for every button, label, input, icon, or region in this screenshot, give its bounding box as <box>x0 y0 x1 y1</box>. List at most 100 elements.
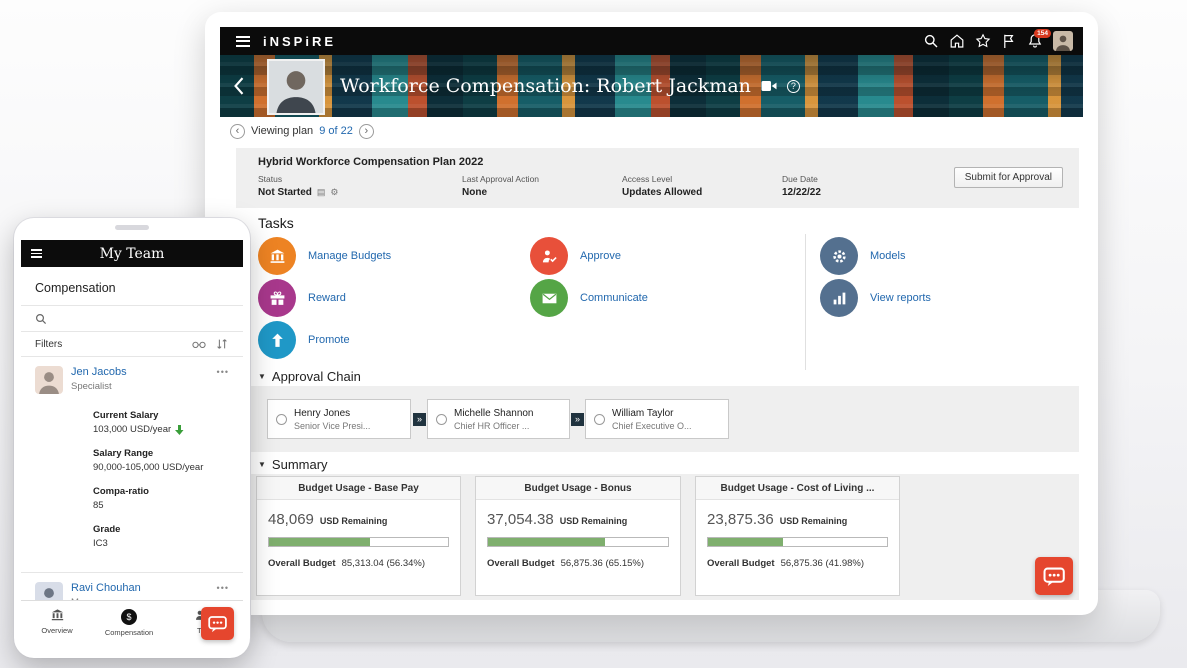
task-label: Reward <box>308 292 346 304</box>
bank-icon <box>21 607 93 623</box>
mobile-app: My Team Compensation Filters <box>21 240 243 650</box>
collapse-triangle-icon[interactable]: ▼ <box>258 372 266 381</box>
radio-icon[interactable] <box>436 414 447 425</box>
more-actions-icon[interactable]: ••• <box>217 583 229 593</box>
task-reward[interactable]: Reward <box>258 279 346 317</box>
notifications-bell-icon[interactable]: 154 <box>1027 33 1043 49</box>
field-label: Grade <box>93 524 229 535</box>
field-label: Current Salary <box>93 410 229 421</box>
remaining-amount: 37,054.38 <box>487 511 554 528</box>
budget-card-title: Budget Usage - Cost of Living ... <box>696 477 899 500</box>
budget-card-bonus: Budget Usage - Bonus 37,054.38 USD Remai… <box>475 476 681 596</box>
task-promote[interactable]: Promote <box>258 321 350 359</box>
saved-search-glasses-icon[interactable] <box>192 338 206 350</box>
access-level-value: Updates Allowed <box>622 187 702 198</box>
tab-overview[interactable]: Overview <box>21 607 93 650</box>
field-label: Salary Range <box>93 448 229 459</box>
approver-card[interactable]: Michelle Shannon Chief HR Officer ... <box>427 399 570 439</box>
plan-panel: Hybrid Workforce Compensation Plan 2022 … <box>236 148 1079 208</box>
global-header: iNSPiRE 154 <box>220 27 1083 55</box>
task-label: Approve <box>580 250 621 262</box>
menu-icon[interactable] <box>31 247 42 260</box>
avatar <box>35 366 63 394</box>
next-plan-icon[interactable]: › <box>359 124 374 139</box>
remaining-amount: 23,875.36 <box>707 511 774 528</box>
chain-arrow-icon[interactable]: » <box>571 413 584 426</box>
laptop-device: iNSPiRE 154 <box>205 12 1098 615</box>
task-manage-budgets[interactable]: Manage Budgets <box>258 237 391 275</box>
sort-icon[interactable] <box>215 338 229 350</box>
remaining-label: USD Remaining <box>560 516 628 526</box>
tab-compensation[interactable]: $ Compensation <box>93 607 165 650</box>
task-label: Manage Budgets <box>308 250 391 262</box>
overall-budget-label: Overall Budget <box>487 558 555 569</box>
user-avatar[interactable] <box>1053 31 1073 51</box>
viewing-plan-label: Viewing plan <box>251 125 313 137</box>
page-title: Workforce Compensation: Robert Jackman <box>340 75 751 97</box>
field-compa-ratio: Compa-ratio 85 <box>93 486 229 511</box>
approver-card[interactable]: William Taylor Chief Executive O... <box>585 399 729 439</box>
chain-arrow-icon[interactable]: » <box>413 413 426 426</box>
last-approval-label: Last Approval Action <box>462 174 539 184</box>
flag-icon[interactable] <box>1001 33 1017 49</box>
envelope-icon <box>530 279 568 317</box>
approver-name: William Taylor <box>612 408 692 419</box>
search-row[interactable] <box>21 306 243 331</box>
plan-position-link[interactable]: 9 of 22 <box>319 125 353 137</box>
approval-chain-band: Henry Jones Senior Vice Presi... » Miche… <box>236 386 1079 452</box>
task-approve[interactable]: Approve <box>530 237 621 275</box>
favorites-star-icon[interactable] <box>975 33 991 49</box>
desktop-app: iNSPiRE 154 <box>220 27 1083 600</box>
search-icon[interactable] <box>923 33 939 49</box>
budget-progress-fill <box>269 538 370 546</box>
more-actions-icon[interactable]: ••• <box>217 367 229 377</box>
compensation-coin-icon: $ <box>121 609 137 625</box>
filters-label: Filters <box>35 339 62 350</box>
overall-budget-value: 85,313.04 (56.34%) <box>342 558 425 569</box>
radio-icon[interactable] <box>594 414 605 425</box>
field-value: 103,000 USD/year <box>93 424 171 435</box>
budget-progress-bar <box>707 537 888 547</box>
task-label: View reports <box>870 292 931 304</box>
task-view-reports[interactable]: View reports <box>820 279 931 317</box>
task-models[interactable]: Models <box>820 237 905 275</box>
employee-role: Specialist <box>71 381 127 392</box>
mobile-section-title: Compensation <box>21 267 243 305</box>
previous-plan-icon[interactable]: ‹ <box>230 124 245 139</box>
tasks-heading: Tasks <box>258 215 294 231</box>
employee-card[interactable]: Jen Jacobs Specialist ••• Current Salary… <box>21 357 243 572</box>
plan-title: Hybrid Workforce Compensation Plan 2022 <box>258 156 483 168</box>
employee-name[interactable]: Ravi Chouhan <box>71 582 141 594</box>
chat-assistant-button[interactable] <box>1035 557 1073 595</box>
summary-heading: ▼ Summary <box>258 457 328 472</box>
video-icon[interactable] <box>761 80 777 92</box>
task-label: Models <box>870 250 905 262</box>
phone-speaker <box>115 225 149 230</box>
radio-icon[interactable] <box>276 414 287 425</box>
collapse-triangle-icon[interactable]: ▼ <box>258 460 266 469</box>
last-approval-value: None <box>462 187 487 198</box>
remaining-label: USD Remaining <box>320 516 388 526</box>
gift-icon <box>258 279 296 317</box>
submit-for-approval-button[interactable]: Submit for Approval <box>954 167 1063 188</box>
banner-title-row: Workforce Compensation: Robert Jackman ? <box>340 55 800 117</box>
approver-card[interactable]: Henry Jones Senior Vice Presi... <box>267 399 411 439</box>
home-icon[interactable] <box>949 33 965 49</box>
mobile-title: My Team <box>21 246 243 262</box>
search-icon <box>35 313 47 325</box>
menu-icon[interactable] <box>236 33 250 49</box>
task-communicate[interactable]: Communicate <box>530 279 648 317</box>
approval-chain-title: Approval Chain <box>272 369 361 384</box>
access-level-field: Access Level Updates Allowed <box>622 174 702 198</box>
chat-assistant-button[interactable] <box>201 607 234 640</box>
help-icon[interactable]: ? <box>787 80 800 93</box>
overall-budget-value: 56,875.36 (65.15%) <box>561 558 644 569</box>
up-arrow-icon <box>258 321 296 359</box>
field-label: Compa-ratio <box>93 486 229 497</box>
overall-budget-value: 56,875.36 (41.98%) <box>781 558 864 569</box>
employee-name[interactable]: Jen Jacobs <box>71 366 127 378</box>
back-chevron-icon[interactable] <box>232 76 246 96</box>
status-details-icon[interactable]: ▤ <box>317 187 326 198</box>
status-gear-icon[interactable]: ⚙ <box>330 187 338 198</box>
last-approval-field: Last Approval Action None <box>462 174 539 198</box>
